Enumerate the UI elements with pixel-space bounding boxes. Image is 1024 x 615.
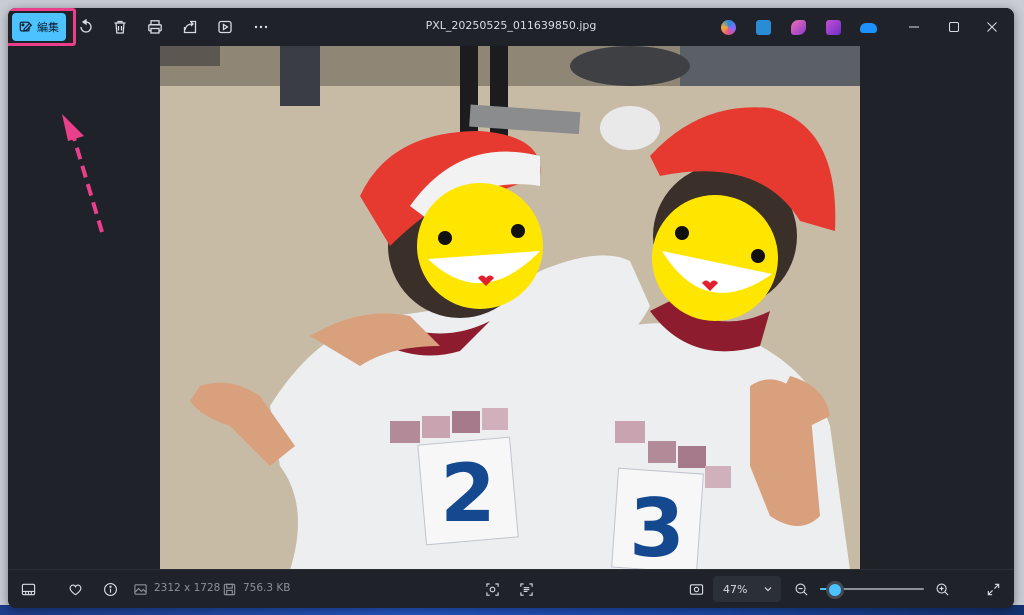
minimize-button[interactable] (896, 14, 932, 40)
annotation-arrow (62, 114, 104, 233)
maximize-icon (949, 22, 959, 32)
bib-number-right: 3 (629, 482, 685, 570)
actual-size-icon (689, 583, 703, 595)
file-size: 756.3 KB (243, 582, 291, 594)
info-button[interactable] (100, 579, 120, 599)
zoom-slider[interactable] (820, 581, 924, 599)
photo-illustration: 2 3 (160, 46, 860, 570)
zoom-out-icon (794, 582, 808, 596)
text-extract-button[interactable] (516, 579, 536, 599)
favorite-button[interactable] (65, 579, 85, 599)
chevron-down-icon (764, 587, 772, 592)
save-disk-icon (223, 583, 235, 595)
zoom-level-dropdown[interactable]: 47% (713, 576, 781, 602)
actual-size-button[interactable] (686, 579, 706, 599)
close-button[interactable] (974, 14, 1010, 40)
filesize-icon-wrap (221, 579, 237, 599)
close-icon (987, 22, 997, 32)
bottom-bar: 2312 x 1728 756.3 KB 47% (8, 569, 1014, 608)
photo-canvas[interactable]: 2 3 (8, 46, 1014, 570)
filmstrip-button[interactable] (18, 579, 38, 599)
bib-number-left: 2 (440, 447, 496, 540)
clipchamp-icon[interactable] (791, 20, 806, 35)
text-scan-icon (519, 582, 533, 596)
zoom-in-button[interactable] (932, 579, 952, 599)
fullscreen-button[interactable] (983, 579, 1003, 599)
image-size-icon (133, 583, 147, 595)
photo-editor-icon[interactable] (756, 20, 771, 35)
zoom-in-icon (935, 582, 949, 596)
filmstrip-icon (21, 583, 35, 595)
minimize-icon (909, 26, 919, 28)
visual-search-icon (485, 582, 499, 596)
title-bar: 編集 PXL_20250525_011639850.jpg (8, 8, 1014, 46)
fullscreen-icon (987, 583, 999, 595)
image-dimensions: 2312 x 1728 (154, 582, 221, 594)
zoom-level-value: 47% (723, 582, 748, 596)
maximize-button[interactable] (936, 14, 972, 40)
video-editor-icon[interactable] (826, 20, 841, 35)
zoom-slider-thumb[interactable] (826, 581, 845, 599)
dimensions-icon-wrap (132, 579, 148, 599)
visual-search-button[interactable] (482, 579, 502, 599)
zoom-out-button[interactable] (791, 579, 811, 599)
copilot-icon[interactable] (721, 20, 736, 35)
heart-icon (69, 583, 81, 595)
onedrive-icon[interactable] (860, 23, 877, 33)
info-icon (103, 582, 117, 596)
photo: 2 3 (160, 46, 860, 570)
photos-window: 編集 PXL_20250525_011639850.jpg 2 3 2312 x… (8, 8, 1014, 608)
